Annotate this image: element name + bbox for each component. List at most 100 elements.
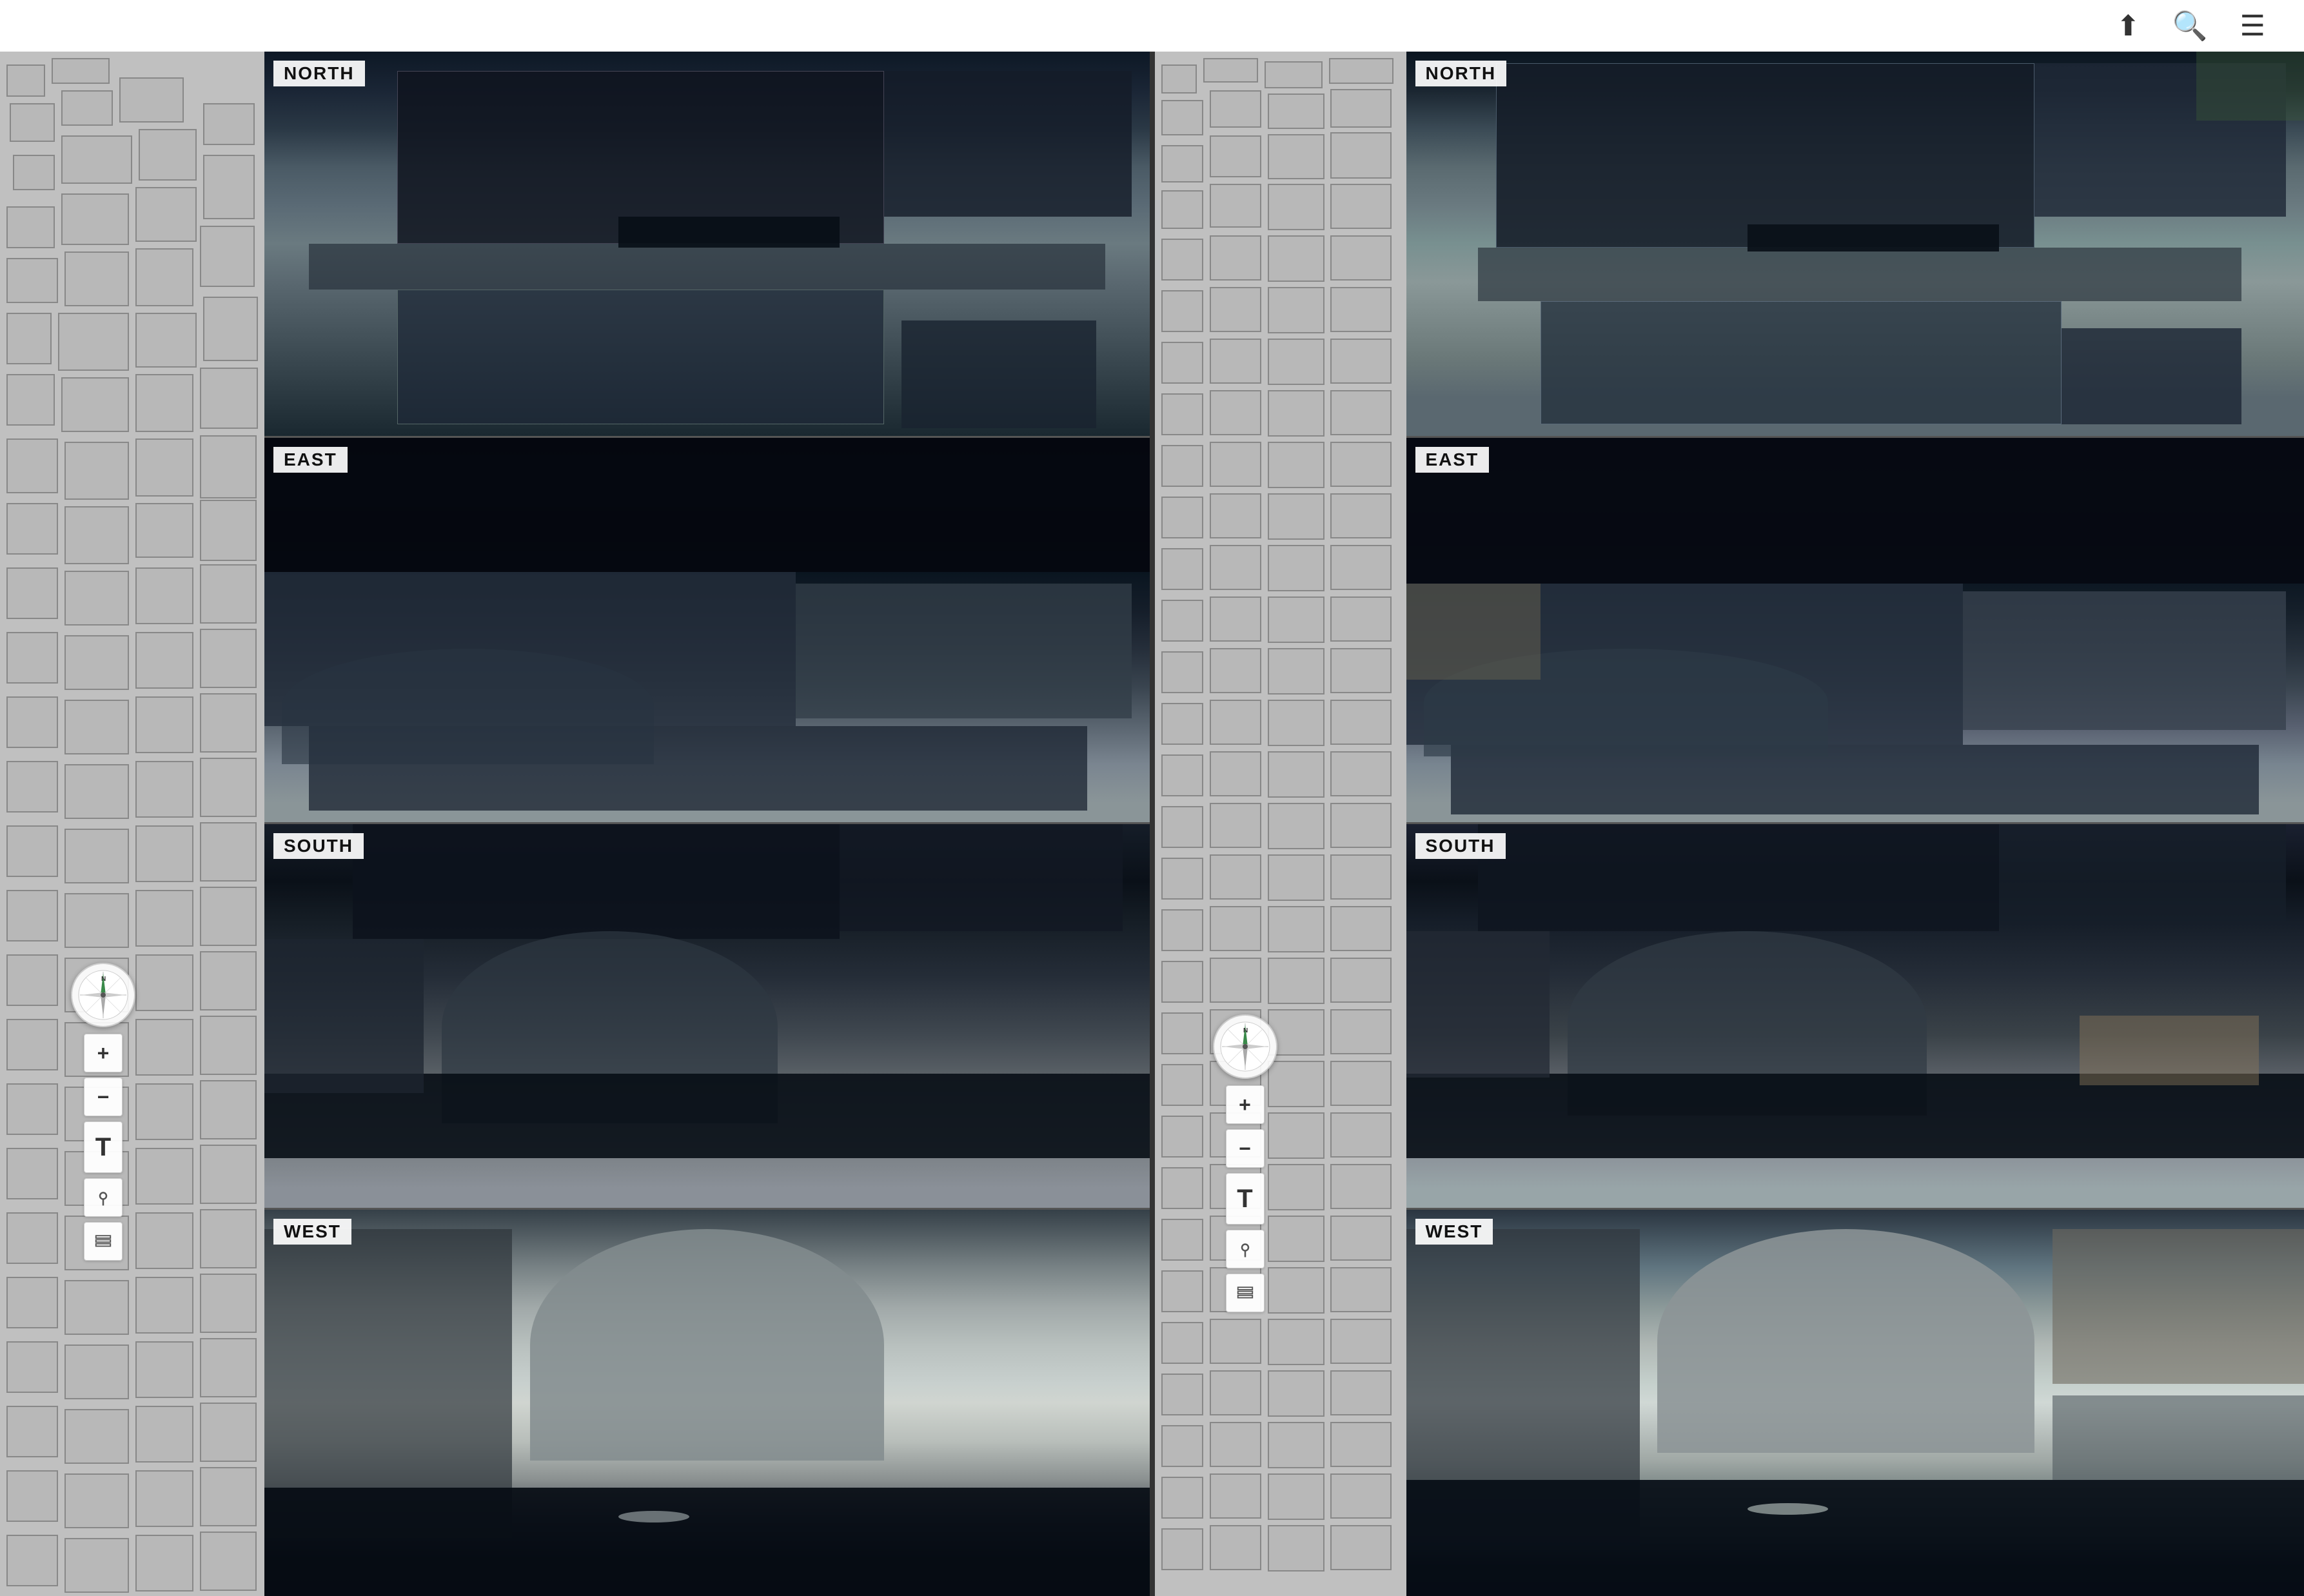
share-icon[interactable]: ⬆ xyxy=(2116,10,2140,43)
sketch-building xyxy=(1330,1267,1392,1312)
sketch-building xyxy=(6,374,55,426)
sketch-building xyxy=(1330,751,1392,796)
right-zoom-out-button[interactable]: − xyxy=(1226,1129,1265,1168)
roof-right xyxy=(840,824,1123,932)
sketch-building xyxy=(1161,961,1203,1003)
main-content: N + − T xyxy=(0,52,2304,1596)
left-text-tool-button[interactable]: T xyxy=(84,1121,123,1173)
left-south-badge: SOUTH xyxy=(273,833,364,859)
sketch-building xyxy=(1330,1319,1392,1364)
left-map-layers-button[interactable] xyxy=(84,1222,123,1261)
sketch-building xyxy=(1330,545,1392,590)
sketch-building xyxy=(1161,1219,1203,1261)
left-map-controls: + − T xyxy=(84,1034,123,1261)
sketch-building xyxy=(1330,442,1392,487)
sketch-building xyxy=(200,693,257,753)
sketch-building xyxy=(6,1470,58,1522)
sketch-building xyxy=(64,1280,129,1335)
sketch-building xyxy=(1330,1525,1392,1570)
roof-right xyxy=(1999,824,2287,924)
sketch-building xyxy=(64,1473,129,1528)
sketch-building xyxy=(1210,1319,1261,1364)
sketch-building xyxy=(135,696,193,753)
water-bottom xyxy=(1406,1074,2304,1158)
sketch-building xyxy=(64,635,129,690)
sketch-building xyxy=(6,632,58,684)
sketch-building xyxy=(1329,58,1393,84)
sketch-building xyxy=(1330,906,1392,951)
sketch-building xyxy=(1210,545,1261,590)
sketch-building xyxy=(200,1274,257,1333)
sketch-building xyxy=(1330,493,1392,538)
menu-icon[interactable]: ☰ xyxy=(2240,10,2265,43)
roof-block xyxy=(353,824,840,940)
sketch-building xyxy=(139,129,197,181)
train-track xyxy=(309,244,1105,290)
sketch-building xyxy=(200,564,257,624)
left-zoom-in-button[interactable]: + xyxy=(84,1034,123,1072)
sketch-building xyxy=(1210,135,1261,177)
sketch-building xyxy=(135,503,193,558)
sketch-building xyxy=(1161,600,1203,642)
bldg-right-west2 xyxy=(2053,1395,2304,1481)
water-west xyxy=(264,1488,1150,1596)
sketch-building xyxy=(6,1148,58,1199)
sketch-building xyxy=(1210,442,1261,487)
left-aerial-grid: NORTH EAST xyxy=(264,52,1150,1596)
sketch-building xyxy=(1161,342,1203,384)
sketch-building xyxy=(1161,393,1203,435)
sketch-building xyxy=(6,1341,58,1393)
top-bar: ⬆ 🔍 ☰ xyxy=(0,0,2304,52)
left-zoom-out-button[interactable]: − xyxy=(84,1078,123,1116)
sketch-building xyxy=(1268,1422,1324,1468)
sketch-building xyxy=(135,761,193,818)
sketch-building xyxy=(1161,1322,1203,1364)
building-east-right xyxy=(1963,591,2286,729)
sketch-building xyxy=(135,1277,193,1334)
sketch-building xyxy=(64,571,129,626)
sketch-building xyxy=(1268,596,1324,643)
panel-divider xyxy=(1150,52,1155,1596)
left-compass-rose[interactable]: N xyxy=(71,963,135,1027)
right-zoom-in-button[interactable]: + xyxy=(1226,1085,1265,1124)
sketch-building xyxy=(135,1406,193,1463)
svg-text:N: N xyxy=(1243,1027,1248,1034)
sketch-building xyxy=(200,1532,257,1591)
bldg-lower xyxy=(1541,301,2062,424)
sketch-building xyxy=(6,890,58,941)
sketch-building xyxy=(1330,596,1392,642)
search-icon[interactable]: 🔍 xyxy=(2172,9,2208,43)
left-compass-widget: N + − T xyxy=(71,963,135,1261)
sketch-building xyxy=(10,103,55,142)
sketch-building xyxy=(1330,1061,1392,1106)
tower-west xyxy=(1657,1229,2034,1453)
sketch-building xyxy=(1210,1525,1261,1570)
right-map-layers-button[interactable] xyxy=(1226,1274,1265,1312)
sketch-building xyxy=(6,258,58,303)
sketch-building xyxy=(200,1209,257,1268)
sketch-building xyxy=(203,297,258,361)
sketch-building xyxy=(135,632,193,689)
right-compass-rose[interactable]: N xyxy=(1213,1014,1277,1079)
sketch-building xyxy=(1161,1012,1203,1054)
sketch-building xyxy=(1210,339,1261,384)
sketch-building xyxy=(1161,1528,1203,1570)
left-pin-button[interactable] xyxy=(84,1178,123,1217)
sketch-building xyxy=(135,374,193,432)
sketch-building xyxy=(1268,700,1324,746)
bldg-annex xyxy=(2062,328,2241,424)
sketch-building xyxy=(1330,958,1392,1003)
sketch-building xyxy=(1268,958,1324,1004)
sketch-building xyxy=(1210,958,1261,1003)
sketch-building xyxy=(135,1535,193,1591)
right-pin-button[interactable] xyxy=(1226,1230,1265,1268)
sketch-building xyxy=(1161,909,1203,951)
sketch-building xyxy=(200,887,257,946)
sketch-building xyxy=(1203,58,1258,83)
sketch-building xyxy=(1210,803,1261,848)
sketch-building xyxy=(1330,1422,1392,1467)
right-text-tool-button[interactable]: T xyxy=(1226,1173,1265,1225)
sketch-building xyxy=(135,187,197,242)
sketch-building xyxy=(1330,1370,1392,1415)
water-west-r xyxy=(1406,1480,2304,1596)
